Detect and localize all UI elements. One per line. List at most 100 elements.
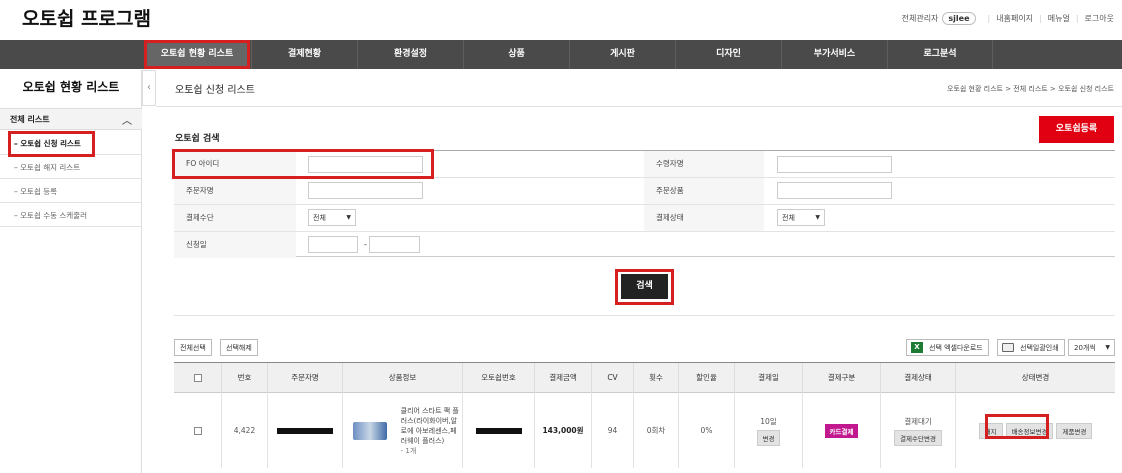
search-button[interactable]: 검색 [621,274,668,299]
breadcrumb: 오토쉽 현황 리스트 > 전체 리스트 > 오토쉽 신청 리스트 [947,85,1114,93]
column-header: 상태변경 [1021,373,1050,382]
caret-down-icon: ▼ [346,214,351,221]
table-header: 번호 주문자명 상품정보 오토쉽번호 결제금액 CV 횟수 할인율 결제일 결제… [174,363,1115,393]
payment-method-label: 결제수단 [174,205,296,231]
register-autoship-button[interactable]: 오토쉽등록 [1039,116,1114,143]
nav-item-design[interactable]: 디자인 [675,40,781,69]
print-selected-button[interactable]: 선택일괄인쇄 [997,339,1065,356]
sidebar-item-label: 오토쉽 해지 리스트 [20,163,81,172]
my-homepage-link[interactable]: 내홈페이지 [996,13,1033,24]
recipient-input[interactable] [777,156,892,173]
pay-day-change-button[interactable]: 변경 [756,429,781,446]
sidebar-title: 오토쉽 현황 리스트 [22,80,120,94]
redacted-text [475,427,522,434]
pay-status-value: 결제대기 [904,416,932,426]
column-header: 결제상태 [881,363,956,393]
pay-type-cell: 카드결제 [803,393,881,468]
discount-cell: 0% [679,393,735,468]
row-checkbox[interactable] [193,426,202,435]
highlight-box [985,414,1049,439]
order-table: 번호 주문자명 상품정보 오토쉽번호 결제금액 CV 횟수 할인율 결제일 결제… [174,362,1115,473]
role-label: 전체관리자 [901,14,939,23]
apply-date-label: 신청일 [174,232,296,258]
nav-item-autoship-status[interactable]: 오토쉽 현황 리스트 [144,40,250,69]
amount-cell: 143,000원 [535,393,592,468]
divider [156,106,1122,107]
column-header: 번호 [222,363,268,393]
sidebar-item-label: 오토쉽 등록 [20,187,58,196]
payment-status-label: 결제상태 [644,205,764,231]
product-label: 주문상품 [644,178,764,204]
nav-item-addon-services[interactable]: 부가서비스 [781,40,887,69]
caret-down-icon: ▼ [1105,344,1110,351]
top-utility-bar: 전체관리자 sjlee | 내홈페이지 | 메뉴얼 | 로그아웃 [901,12,1114,25]
search-section-title: 오토쉽 검색 [175,134,220,144]
column-header: 결제구분 [803,363,881,393]
excel-icon: X [911,342,923,353]
column-header: 할인율 [679,363,735,393]
payment-method-select[interactable]: 전체 ▼ [308,209,356,226]
chevron-up-icon[interactable]: ︿ [122,112,132,127]
row-checkbox-cell [174,393,222,468]
column-header: 횟수 [634,363,679,393]
sidebar-section-all-list[interactable]: 전체 리스트 ︿ [0,108,142,130]
excel-download-button[interactable]: X 선택 엑셀다운로드 [906,339,989,356]
product-quantity: - 1개 [400,446,417,455]
column-header: CV [592,363,634,393]
select-all-button[interactable]: 전체선택 [174,339,212,356]
divider [174,315,1115,316]
caret-down-icon: ▼ [815,214,820,221]
highlight-box [172,149,434,179]
nav-item-products[interactable]: 상품 [463,40,569,69]
count-cell: 0회차 [634,393,679,468]
change-product-button[interactable]: 제품변경 [1056,422,1093,439]
header-checkbox-cell [174,363,222,393]
app-title: 오토쉽 프로그램 [22,8,151,30]
apply-date-end-input[interactable] [369,236,420,253]
pay-type-badge: 카드결제 [824,423,859,438]
nav-item-log-analysis[interactable]: 로그분석 [887,40,993,69]
page-title: 오토쉽 신청 리스트 [175,85,255,96]
nav-item-payment-status[interactable]: 결제현황 [251,40,357,69]
sidebar-section-label: 전체 리스트 [10,115,50,124]
pay-day-cell: 10일 변경 [735,393,803,468]
sidebar-collapse-button[interactable]: ‹ [142,70,156,106]
select-all-checkbox[interactable] [193,374,202,382]
apply-date-start-input[interactable] [308,236,358,253]
main-nav: 오토쉽 현황 리스트 결제현황 환경설정 상품 게시판 디자인 부가서비스 로그… [0,40,1122,69]
orderer-input[interactable] [308,182,423,199]
highlight-box [8,131,95,157]
payment-status-select[interactable]: 전체 ▼ [777,209,825,226]
sidebar-item-register[interactable]: – 오토쉽 등록 [0,179,142,203]
orderer-name-cell [268,393,343,468]
printer-icon [1002,343,1014,352]
column-header: 결제금액 [535,363,592,393]
column-header: 상품정보 [343,363,463,393]
autoship-number-cell [463,393,535,468]
page-size-select[interactable]: 20개씩 ▼ [1068,339,1115,356]
pay-day-value: 10일 [760,416,777,426]
sidebar-item-cancellation-list[interactable]: – 오토쉽 해지 리스트 [0,155,142,179]
form-row: 신청일 - [174,232,1115,259]
product-thumbnail[interactable] [353,421,387,440]
pay-status-cell: 결제대기 결제수단변경 [881,393,956,468]
deselect-button[interactable]: 선택해제 [220,339,258,356]
product-input[interactable] [777,182,892,199]
logout-link[interactable]: 로그아웃 [1085,13,1114,24]
product-name-link[interactable]: 클리어 스타트 팩 플러스(라이화이버,알로에 아보레센스,페러웨이 플러스) [401,407,459,445]
date-separator: - [364,240,367,249]
manual-link[interactable]: 메뉴얼 [1048,13,1070,24]
user-badge: sjlee [942,12,976,25]
sidebar-item-manual-scheduler[interactable]: – 오토쉽 수동 스케줄러 [0,203,142,227]
form-row: 결제수단 전체 ▼ 결제상태 전체 ▼ [174,205,1115,232]
nav-item-board[interactable]: 게시판 [569,40,675,69]
column-header: 주문자명 [268,363,343,393]
product-info-cell: 클리어 스타트 팩 플러스(라이화이버,알로에 아보레센스,페러웨이 플러스) … [343,393,463,468]
sidebar-item-label: 오토쉽 수동 스케줄러 [20,211,88,220]
redacted-text [277,427,333,434]
order-number-cell: 4,422 [222,393,268,468]
nav-item-settings[interactable]: 환경설정 [357,40,463,69]
recipient-label: 수령자명 [644,151,764,177]
column-header: 오토쉽번호 [463,363,535,393]
pay-method-change-button[interactable]: 결제수단변경 [894,429,942,446]
